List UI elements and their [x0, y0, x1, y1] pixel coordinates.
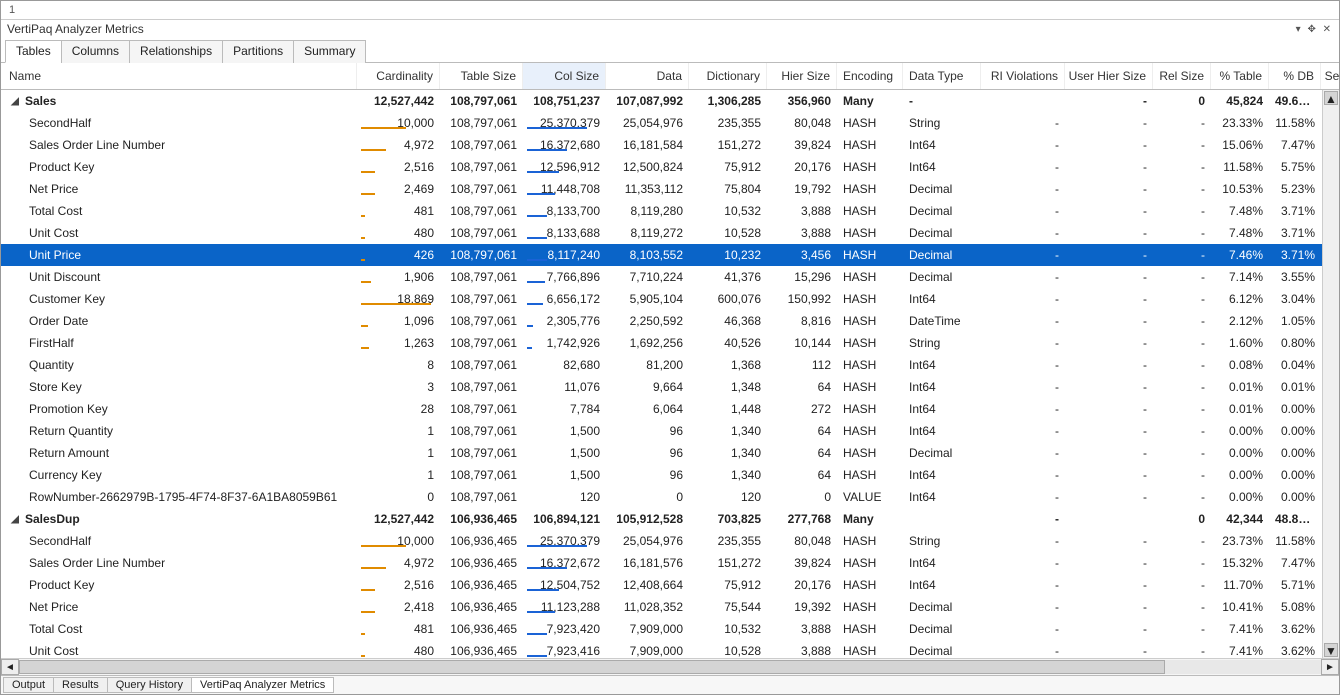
formula-bar-value: 1 — [9, 4, 15, 16]
table-row[interactable]: Product Key2,516106,936,46512,504,75212,… — [1, 574, 1339, 596]
tab-tables[interactable]: Tables — [5, 40, 62, 63]
col-user-hier-size[interactable]: User Hier Size — [1065, 63, 1153, 89]
table-row[interactable]: Product Key2,516108,797,06112,596,91212,… — [1, 156, 1339, 178]
table-row[interactable]: Return Amount1108,797,0611,500961,34064H… — [1, 442, 1339, 464]
col-col-size[interactable]: Col Size — [523, 63, 606, 89]
expand-icon[interactable]: ◢ — [9, 96, 21, 107]
tab-query-history[interactable]: Query History — [107, 677, 192, 693]
table-row[interactable]: Order Date1,096108,797,0612,305,7762,250… — [1, 310, 1339, 332]
table-row[interactable]: SecondHalf10,000106,936,46525,370,37925,… — [1, 530, 1339, 552]
top-tabstrip: Tables Columns Relationships Partitions … — [1, 39, 1339, 63]
panel-title: VertiPaq Analyzer Metrics — [7, 22, 144, 36]
table-row[interactable]: Unit Cost480106,936,4657,923,4167,909,00… — [1, 640, 1339, 658]
table-row[interactable]: SecondHalf10,000108,797,06125,370,37925,… — [1, 112, 1339, 134]
table-row[interactable]: Unit Discount1,906108,797,0617,766,8967,… — [1, 266, 1339, 288]
table-row[interactable]: ◢SalesDup12,527,442106,936,465106,894,12… — [1, 508, 1339, 530]
col-rel-size[interactable]: Rel Size — [1153, 63, 1211, 89]
col-pct-table[interactable]: % Table — [1211, 63, 1269, 89]
table-row[interactable]: Unit Cost480108,797,0618,133,6888,119,27… — [1, 222, 1339, 244]
tab-columns[interactable]: Columns — [61, 40, 130, 63]
tab-relationships[interactable]: Relationships — [129, 40, 223, 63]
scroll-right-arrow[interactable]: ► — [1321, 659, 1339, 675]
col-cardinality[interactable]: Cardinality — [357, 63, 440, 89]
table-row[interactable]: Total Cost481106,936,4657,923,4207,909,0… — [1, 618, 1339, 640]
table-row[interactable]: Net Price2,469108,797,06111,448,70811,35… — [1, 178, 1339, 200]
col-hier-size[interactable]: Hier Size — [767, 63, 837, 89]
table-row[interactable]: Currency Key1108,797,0611,500961,34064HA… — [1, 464, 1339, 486]
table-row[interactable]: Return Quantity1108,797,0611,500961,3406… — [1, 420, 1339, 442]
table-row[interactable]: FirstHalf1,263108,797,0611,742,9261,692,… — [1, 332, 1339, 354]
grid-body[interactable]: ◢Sales12,527,442108,797,061108,751,23710… — [1, 90, 1339, 658]
table-row[interactable]: Sales Order Line Number4,972106,936,4651… — [1, 552, 1339, 574]
expand-icon[interactable]: ◢ — [9, 514, 21, 525]
col-ri-violations[interactable]: RI Violations — [981, 63, 1065, 89]
table-row[interactable]: Quantity8108,797,06182,68081,2001,368112… — [1, 354, 1339, 376]
table-row[interactable]: ◢Sales12,527,442108,797,061108,751,23710… — [1, 90, 1339, 112]
horizontal-scrollbar[interactable]: ◄ ► — [1, 658, 1339, 675]
col-data-type[interactable]: Data Type — [903, 63, 981, 89]
panel-title-bar: VertiPaq Analyzer Metrics ▾ ✥ ✕ — [1, 20, 1339, 39]
table-row[interactable]: Net Price2,418106,936,46511,123,28811,02… — [1, 596, 1339, 618]
formula-bar: 1 — [1, 1, 1339, 20]
table-row[interactable]: Store Key3108,797,06111,0769,6641,34864H… — [1, 376, 1339, 398]
h-scroll-thumb[interactable] — [19, 660, 1165, 674]
tab-vertipaq-metrics[interactable]: VertiPaq Analyzer Metrics — [191, 677, 334, 693]
col-dictionary[interactable]: Dictionary — [689, 63, 767, 89]
tab-results[interactable]: Results — [53, 677, 108, 693]
tab-output[interactable]: Output — [3, 677, 54, 693]
table-row[interactable]: RowNumber-2662979B-1795-4F74-8F37-6A1BA8… — [1, 486, 1339, 508]
col-data[interactable]: Data — [606, 63, 689, 89]
grid-column-headers: Name Cardinality Table Size Col Size Dat… — [1, 63, 1339, 90]
scroll-up-arrow[interactable]: ▲ — [1324, 91, 1338, 105]
col-pct-db[interactable]: % DB — [1269, 63, 1321, 89]
table-row[interactable]: Unit Price426108,797,0618,117,2408,103,5… — [1, 244, 1339, 266]
vertical-scrollbar[interactable]: ▲ ▼ — [1322, 90, 1339, 658]
col-encoding[interactable]: Encoding — [837, 63, 903, 89]
scroll-left-arrow[interactable]: ◄ — [1, 659, 19, 675]
table-row[interactable]: Promotion Key28108,797,0617,7846,0641,44… — [1, 398, 1339, 420]
h-scroll-track[interactable] — [19, 660, 1321, 674]
bottom-tabstrip: Output Results Query History VertiPaq An… — [1, 675, 1339, 694]
table-row[interactable]: Total Cost481108,797,0618,133,7008,119,2… — [1, 200, 1339, 222]
tab-summary[interactable]: Summary — [293, 40, 366, 63]
panel-window-controls[interactable]: ▾ ✥ ✕ — [1296, 24, 1333, 35]
col-table-size[interactable]: Table Size — [440, 63, 523, 89]
tab-partitions[interactable]: Partitions — [222, 40, 294, 63]
table-row[interactable]: Sales Order Line Number4,972108,797,0611… — [1, 134, 1339, 156]
scroll-down-arrow[interactable]: ▼ — [1324, 643, 1338, 657]
table-row[interactable]: Customer Key18,869108,797,0616,656,1725,… — [1, 288, 1339, 310]
col-name[interactable]: Name — [1, 63, 357, 89]
col-seg[interactable]: Seg — [1321, 63, 1340, 89]
